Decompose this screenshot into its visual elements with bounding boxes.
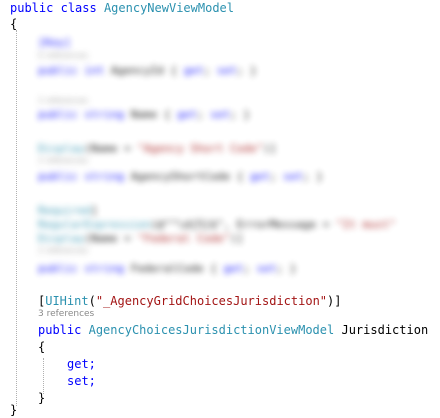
keyword-public: public: [10, 1, 54, 15]
class-open-brace: {: [10, 17, 18, 31]
attribute-name: UIHint: [45, 294, 89, 308]
set-accessor: set;: [67, 374, 96, 388]
property-open-brace: {: [38, 340, 46, 354]
property-name: Jurisdiction: [341, 323, 429, 337]
class-close-brace: }: [10, 403, 18, 417]
blurred-code-region: [Key] 0 references public int AgencyId {…: [38, 36, 396, 275]
class-name: AgencyNewViewModel: [103, 1, 234, 15]
attribute-string-value: "_AgencyGridChoicesJurisdiction": [95, 294, 328, 308]
property-close-brace: }: [38, 391, 46, 405]
class-declaration-line: public class AgencyNewViewModel: [10, 0, 234, 16]
property-type: AgencyChoicesJurisdictionViewModel: [88, 323, 335, 337]
uihint-attribute-line: [UIHint("_AgencyGridChoicesJurisdiction"…: [38, 293, 341, 309]
indent-guide-class: [16, 30, 17, 406]
keyword-class: class: [60, 1, 97, 15]
get-accessor: get;: [67, 357, 96, 371]
indent-guide-property: [43, 358, 44, 394]
code-editor[interactable]: public class AgencyNewViewModel { [Key] …: [0, 0, 440, 418]
attribute-close: )]: [327, 294, 342, 308]
attribute-open-paren: (: [88, 294, 96, 308]
codelens-references[interactable]: 3 references: [38, 309, 94, 319]
keyword-public: public: [38, 323, 82, 337]
property-declaration-line: public AgencyChoicesJurisdictionViewMode…: [38, 322, 428, 338]
